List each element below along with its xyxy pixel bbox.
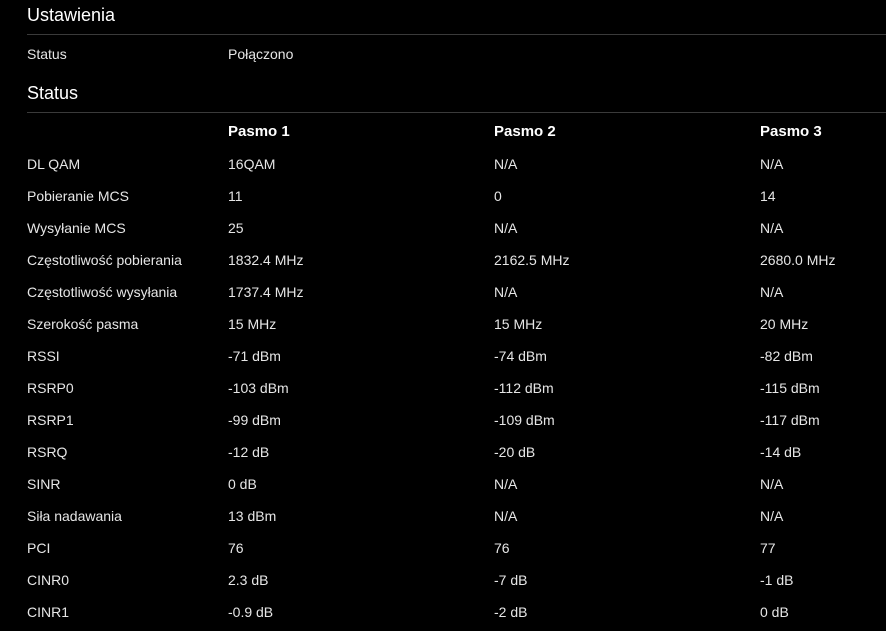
band-1-value: -103 dBm — [228, 380, 289, 396]
header-band-1: Pasmo 1 — [228, 123, 290, 140]
table-row: CINR1 -0.9 dB -2 dB 0 dB — [27, 602, 886, 622]
band-1-value: 11 — [228, 188, 243, 204]
row-label: CINR0 — [27, 572, 70, 588]
band-2-value: N/A — [494, 220, 518, 236]
status-divider — [27, 112, 886, 113]
status-page: Ustawienia Status Połączono Status Pasmo… — [0, 0, 886, 631]
row-label: RSRQ — [27, 444, 68, 460]
table-row: Częstotliwość pobierania 1832.4 MHz 2162.5… — [27, 250, 886, 270]
row-label: CINR1 — [27, 604, 70, 620]
table-row: RSSI -71 dBm -74 dBm -82 dBm — [27, 346, 886, 366]
band-3-value: -117 dBm — [760, 412, 820, 428]
band-2-value: 15 MHz — [494, 316, 543, 332]
table-row: RSRP1 -99 dBm -109 dBm -117 dBm — [27, 410, 886, 430]
band-1-value: -71 dBm — [228, 348, 281, 364]
band-2-value: N/A — [494, 508, 518, 524]
band-2-value: -20 dB — [494, 444, 536, 460]
connection-status-value: Połączono — [228, 46, 294, 62]
band-3-value: N/A — [760, 476, 784, 492]
connection-status-label: Status — [27, 46, 67, 62]
row-label: Pobieranie MCS — [27, 188, 129, 204]
band-2-value: 76 — [494, 540, 510, 556]
status-title: Status — [27, 83, 79, 103]
header-band-2: Pasmo 2 — [494, 123, 556, 140]
band-2-value: -109 dBm — [494, 412, 555, 428]
table-row: Szerokość pasma 15 MHz 15 MHz 20 MHz — [27, 314, 886, 334]
row-label: RSRP1 — [27, 412, 74, 428]
band-3-value: N/A — [760, 220, 784, 236]
row-label: Częstotliwość pobierania — [27, 252, 182, 268]
band-1-value: 0 dB — [228, 476, 257, 492]
band-3-value: N/A — [760, 284, 784, 300]
band-3-value: -115 dBm — [760, 380, 820, 396]
band-1-value: 76 — [228, 540, 244, 556]
row-label: Częstotliwość wysyłania — [27, 284, 178, 300]
band-1-value: 13 dBm — [228, 508, 277, 524]
table-row: RSRP0 -103 dBm -112 dBm -115 dBm — [27, 378, 886, 398]
row-label: RSRP0 — [27, 380, 74, 396]
band-3-value: 0 dB — [760, 604, 789, 620]
table-row: CINR0 2.3 dB -7 dB -1 dB — [27, 570, 886, 590]
row-label: RSSI — [27, 348, 60, 364]
band-2-value: -112 dBm — [494, 380, 554, 396]
settings-title: Ustawienia — [27, 5, 116, 25]
band-1-value: 25 — [228, 220, 244, 236]
band-2-value: 0 — [494, 188, 502, 204]
band-2-value: N/A — [494, 476, 518, 492]
band-3-value: -82 dBm — [760, 348, 813, 364]
band-3-value: 77 — [760, 540, 776, 556]
band-2-value: -2 dB — [494, 604, 528, 620]
connection-status-row: Status Połączono — [27, 44, 886, 64]
band-3-value: -1 dB — [760, 572, 794, 588]
band-2-value: N/A — [494, 156, 518, 172]
table-row: DL QAM 16QAM N/A N/A — [27, 154, 886, 174]
header-band-3: Pasmo 3 — [760, 123, 822, 140]
table-row: Wysyłanie MCS 25 N/A N/A — [27, 218, 886, 238]
band-3-value: N/A — [760, 508, 784, 524]
row-label: SINR — [27, 476, 61, 492]
band-3-value: 2680.0 MHz — [760, 252, 836, 268]
band-2-value: -74 dBm — [494, 348, 547, 364]
band-3-value: N/A — [760, 156, 784, 172]
band-3-value: -14 dB — [760, 444, 802, 460]
table-row: Częstotliwość wysyłania 1737.4 MHz N/A N/A — [27, 282, 886, 302]
band-3-value: 20 MHz — [760, 316, 809, 332]
band-header-row: Pasmo 1 Pasmo 2 Pasmo 3 — [27, 122, 886, 142]
band-1-value: -12 dB — [228, 444, 270, 460]
table-row: Siła nadawania 13 dBm N/A N/A — [27, 506, 886, 526]
band-1-value: 16QAM — [228, 156, 276, 172]
row-label: PCI — [27, 540, 51, 556]
band-1-value: 2.3 dB — [228, 572, 269, 588]
settings-divider — [27, 34, 886, 35]
band-1-value: 1737.4 MHz — [228, 284, 304, 300]
band-1-value: -0.9 dB — [228, 604, 274, 620]
band-1-value: 15 MHz — [228, 316, 277, 332]
row-label: Szerokość pasma — [27, 316, 139, 332]
table-row: Pobieranie MCS 11 0 14 — [27, 186, 886, 206]
table-row: RSRQ -12 dB -20 dB -14 dB — [27, 442, 886, 462]
table-row: PCI 76 76 77 — [27, 538, 886, 558]
band-1-value: 1832.4 MHz — [228, 252, 304, 268]
row-label: Siła nadawania — [27, 508, 122, 524]
row-label: Wysyłanie MCS — [27, 220, 126, 236]
band-1-value: -99 dBm — [228, 412, 281, 428]
band-2-value: 2162.5 MHz — [494, 252, 570, 268]
band-3-value: 14 — [760, 188, 776, 204]
band-2-value: N/A — [494, 284, 518, 300]
row-label: DL QAM — [27, 156, 81, 172]
band-2-value: -7 dB — [494, 572, 528, 588]
table-row: SINR 0 dB N/A N/A — [27, 474, 886, 494]
